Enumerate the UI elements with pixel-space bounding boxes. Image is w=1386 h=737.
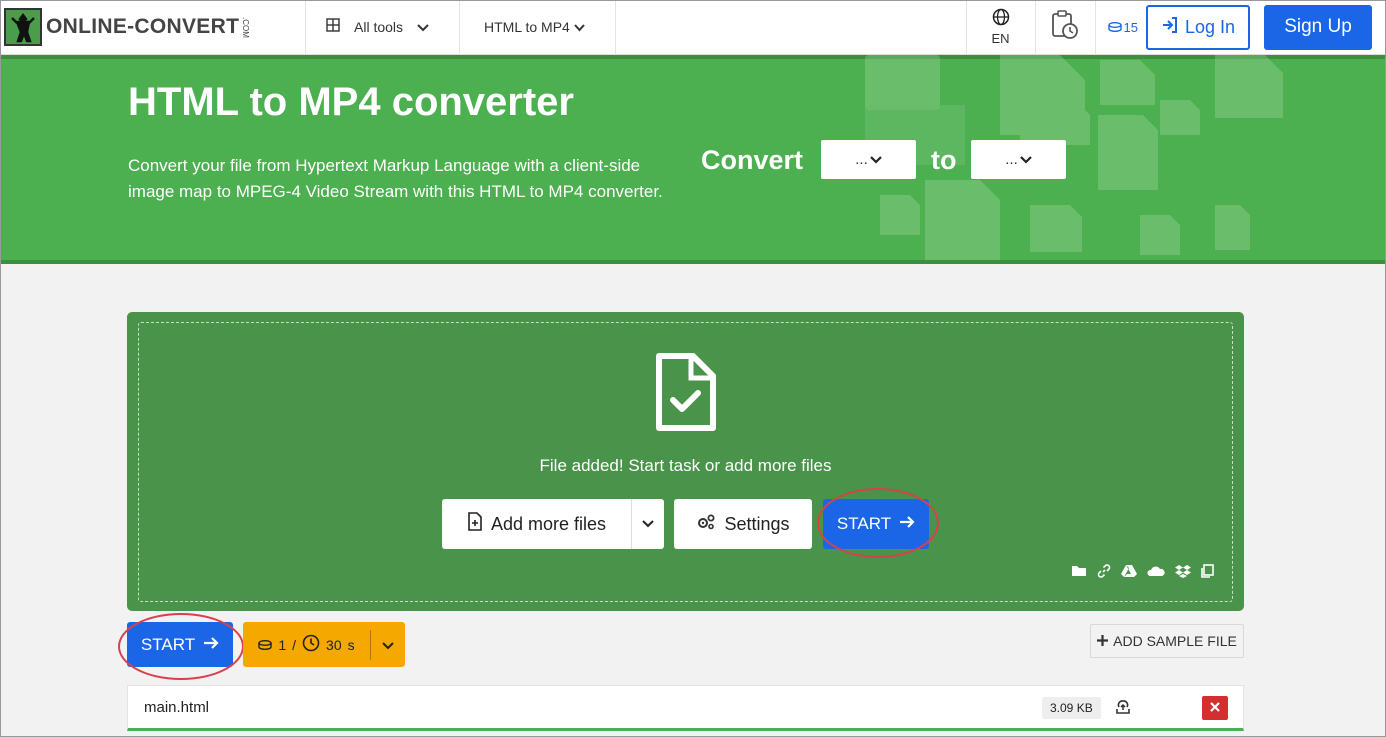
clipboard-clock-icon [1051, 9, 1079, 45]
clock-icon [302, 634, 320, 655]
converter-menu[interactable]: HTML to MP4 [460, 0, 616, 55]
signup-button[interactable]: Sign Up [1264, 4, 1372, 50]
upload-source-icons [1071, 564, 1214, 583]
add-more-files-group: Add more files [442, 499, 664, 549]
globe-icon [992, 8, 1010, 29]
site-header: ONLINE-CONVERT .COM All tools HTML to MP… [0, 0, 1386, 55]
credit-separator: / [292, 636, 297, 653]
site-logo[interactable]: ONLINE-CONVERT .COM [0, 0, 306, 55]
history-button[interactable] [1036, 0, 1096, 55]
add-files-dropdown-toggle[interactable] [632, 499, 664, 549]
dropbox-icon[interactable] [1175, 564, 1191, 583]
settings-label: Settings [724, 513, 790, 534]
grid-icon [326, 17, 340, 37]
time-unit: s [347, 636, 355, 653]
login-label: Log In [1184, 16, 1236, 37]
add-sample-file-button[interactable]: ADD SAMPLE FILE [1090, 624, 1244, 658]
hero-banner: HTML to MP4 converter Convert your file … [0, 55, 1386, 264]
login-button[interactable]: Log In [1146, 4, 1250, 50]
file-list-item: main.html 3.09 KB [127, 685, 1244, 731]
delete-file-button[interactable] [1202, 696, 1228, 720]
credit-cost-indicator: 1 / 30 s [243, 622, 405, 667]
highlight-ring [118, 613, 244, 680]
page-description: Convert your file from Hypertext Markup … [128, 156, 663, 201]
credit-cost-value: 1 [278, 636, 287, 653]
logo-text: ONLINE-CONVERT [46, 15, 240, 38]
converter-label: HTML to MP4 [484, 19, 570, 35]
chevron-down-icon [642, 515, 654, 533]
file-check-icon [653, 352, 717, 439]
chevron-down-icon [869, 151, 882, 168]
page-title: HTML to MP4 converter [128, 80, 574, 124]
google-drive-icon[interactable] [1121, 564, 1137, 583]
hero-bottom-stripe [0, 260, 1386, 264]
target-format-value: ... [1005, 151, 1018, 168]
convert-label: Convert [701, 145, 804, 175]
coins-icon [1107, 20, 1122, 35]
logo-figure-icon [4, 8, 42, 46]
all-tools-menu[interactable]: All tools [306, 0, 460, 55]
credit-balance[interactable]: 15 [1107, 19, 1138, 35]
coins-icon [258, 637, 273, 653]
credit-cost-summary: 1 / 30 s [243, 629, 371, 660]
add-sample-file-label: ADD SAMPLE FILE [1113, 633, 1237, 649]
language-selector[interactable]: EN [965, 0, 1036, 55]
add-more-files-button[interactable]: Add more files [442, 499, 632, 549]
link-icon[interactable] [1097, 564, 1111, 583]
credit-count: 15 [1123, 19, 1138, 35]
source-format-select[interactable]: ... [821, 140, 916, 179]
upload-cloud-icon[interactable] [1114, 697, 1132, 720]
chevron-down-icon [382, 637, 394, 653]
file-plus-icon [467, 512, 483, 536]
sign-in-icon [1161, 16, 1179, 39]
file-drop-zone[interactable]: File added! Start task or add more files… [127, 312, 1244, 611]
file-size-badge: 3.09 KB [1042, 697, 1101, 719]
file-name: main.html [144, 699, 210, 716]
to-label: to [931, 145, 957, 175]
target-format-select[interactable]: ... [971, 140, 1066, 179]
language-code: EN [991, 31, 1010, 46]
chevron-down-icon [417, 19, 429, 35]
add-more-files-label: Add more files [490, 513, 607, 534]
chevron-down-icon [574, 19, 585, 35]
all-tools-label: All tools [354, 19, 404, 35]
time-value: 30 [326, 636, 342, 653]
folder-icon[interactable] [1071, 564, 1087, 583]
upload-status-message: File added! Start task or add more files [539, 456, 832, 475]
source-format-value: ... [855, 151, 868, 168]
signup-label: Sign Up [1284, 16, 1352, 37]
credit-dropdown-toggle[interactable] [371, 637, 405, 653]
logo-suffix: .COM [241, 16, 251, 38]
file-types-decoration-icon [865, 55, 1283, 264]
close-icon [1210, 699, 1220, 717]
highlight-ring [817, 488, 939, 558]
onedrive-icon[interactable] [1147, 564, 1165, 583]
clipboard-copy-icon[interactable] [1201, 564, 1214, 583]
chevron-down-icon [1019, 151, 1032, 168]
settings-button[interactable]: Settings [674, 499, 812, 549]
gears-icon [696, 514, 716, 535]
plus-icon [1097, 633, 1109, 649]
